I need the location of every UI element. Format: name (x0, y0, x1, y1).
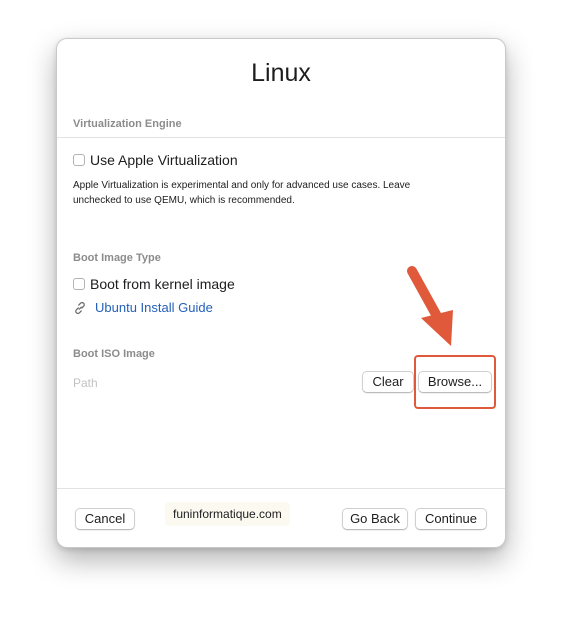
boot-from-kernel-image-checkbox[interactable]: Boot from kernel image (73, 276, 235, 292)
ubuntu-install-guide-link[interactable]: Ubuntu Install Guide (73, 300, 213, 315)
boot-image-type-header: Boot Image Type (73, 252, 161, 264)
cancel-button[interactable]: Cancel (75, 508, 135, 530)
use-apple-virtualization-checkbox[interactable]: Use Apple Virtualization (73, 152, 238, 168)
go-back-button[interactable]: Go Back (342, 508, 408, 530)
browse-highlight-box (414, 355, 496, 409)
continue-button[interactable]: Continue (415, 508, 487, 530)
boot-from-kernel-image-label: Boot from kernel image (90, 276, 235, 292)
arrow-down-right-icon (407, 266, 453, 346)
help-line-1: Apple Virtualization is experimental and… (73, 180, 411, 191)
use-apple-virtualization-label: Use Apple Virtualization (90, 152, 238, 168)
dialog-title: Linux (251, 59, 311, 87)
link-icon (75, 301, 85, 314)
clear-button[interactable]: Clear (362, 371, 414, 393)
footer-divider (57, 488, 505, 489)
checkbox-box[interactable] (73, 278, 85, 290)
checkbox-box[interactable] (73, 154, 85, 166)
virtualization-help-text: Apple Virtualization is experimental and… (73, 178, 473, 208)
help-line-2: unchecked to use QEMU, which is recommen… (73, 195, 295, 206)
section-divider (57, 137, 505, 138)
virtualization-engine-header: Virtualization Engine (73, 118, 182, 130)
ubuntu-install-guide-label[interactable]: Ubuntu Install Guide (95, 300, 213, 315)
boot-iso-image-header: Boot ISO Image (73, 348, 155, 360)
iso-path-field[interactable]: Path (73, 376, 98, 390)
watermark: funinformatique.com (165, 502, 290, 526)
